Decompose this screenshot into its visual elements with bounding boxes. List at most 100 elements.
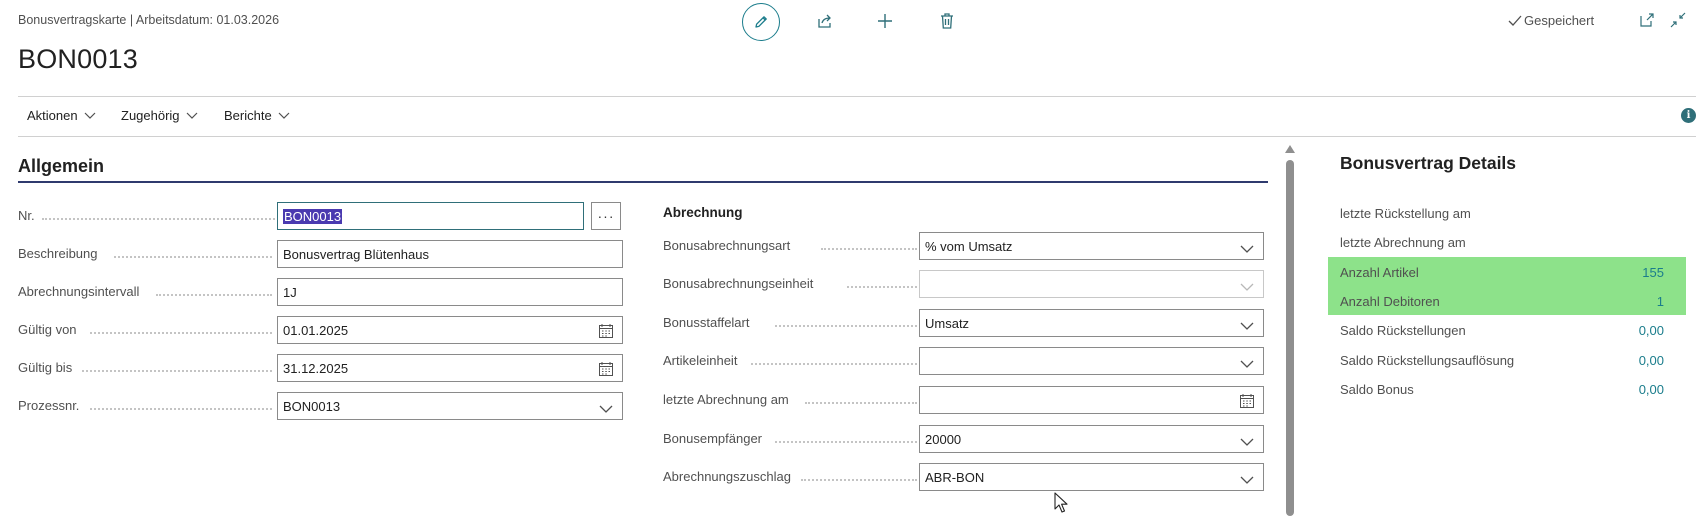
field-value: % vom Umsatz xyxy=(925,239,1013,254)
factbox-value[interactable]: 0,00 xyxy=(1639,382,1664,397)
artikeleinheit-select[interactable] xyxy=(919,347,1264,375)
factbox-label: letzte Abrechnung am xyxy=(1340,235,1466,250)
field-label: Nr. xyxy=(18,208,35,223)
menu-berichte[interactable]: Berichte xyxy=(224,108,290,123)
share-button[interactable] xyxy=(814,10,836,32)
field-bonusabrechnungseinheit: Bonusabrechnungseinheit xyxy=(663,270,1268,298)
field-abrechnungsintervall: Abrechnungsintervall 1J xyxy=(18,278,623,306)
leader-dots xyxy=(775,441,917,443)
factbox-label: letzte Rückstellung am xyxy=(1340,206,1471,221)
edit-button[interactable] xyxy=(742,3,780,41)
action-bar: Aktionen Zugehörig Berichte i xyxy=(18,96,1696,136)
leader-dots xyxy=(114,256,272,258)
field-gueltig-von: Gültig von 01.01.2025 xyxy=(18,316,623,344)
plus-icon xyxy=(878,14,892,28)
collapse-button[interactable] xyxy=(1667,9,1689,31)
saved-label: Gespeichert xyxy=(1524,13,1595,28)
factbox-row: letzte Rückstellung am xyxy=(1328,198,1686,227)
delete-button[interactable] xyxy=(936,10,958,32)
share-icon xyxy=(818,14,831,28)
section-title-allgemein[interactable]: Allgemein xyxy=(18,156,104,177)
prozessnr-select[interactable]: BON0013 xyxy=(277,392,623,420)
factbox-row: letzte Abrechnung am xyxy=(1328,227,1686,256)
factbox-label: Saldo Bonus xyxy=(1340,382,1414,397)
menu-aktionen[interactable]: Aktionen xyxy=(27,108,96,123)
field-label: Prozessnr. xyxy=(18,398,80,413)
abrechnungszuschlag-select[interactable]: ABR-BON xyxy=(919,463,1264,491)
field-artikeleinheit: Artikeleinheit xyxy=(663,347,1268,375)
gueltig-von-input[interactable]: 01.01.2025 xyxy=(277,316,623,344)
field-value: 1J xyxy=(283,285,297,300)
beschreibung-input[interactable]: Bonusvertrag Blütenhaus xyxy=(277,240,623,268)
field-nr: Nr. BON0013 ··· xyxy=(18,202,623,230)
menu-zugehoerig[interactable]: Zugehörig xyxy=(121,108,198,123)
factbox-row: Saldo Bonus 0,00 xyxy=(1328,374,1686,403)
mouse-cursor-icon xyxy=(1054,492,1068,513)
leader-dots xyxy=(42,218,286,220)
leader-dots xyxy=(775,325,917,327)
field-bonusempfaenger: Bonusempfänger 20000 xyxy=(663,425,1268,453)
new-button[interactable] xyxy=(874,10,896,32)
open-new-window-button[interactable] xyxy=(1636,9,1658,31)
field-bonusstaffelart: Bonusstaffelart Umsatz xyxy=(663,309,1268,337)
field-beschreibung: Beschreibung Bonusvertrag Blütenhaus xyxy=(18,240,623,268)
calendar-icon[interactable] xyxy=(598,323,614,339)
section-underline xyxy=(18,181,1268,183)
info-icon[interactable]: i xyxy=(1681,108,1696,123)
chevron-down-icon xyxy=(1240,476,1254,484)
leader-dots xyxy=(90,408,272,410)
leader-dots xyxy=(801,479,917,481)
leader-dots xyxy=(751,363,917,365)
leader-dots xyxy=(90,332,272,334)
field-bonusabrechnungsart: Bonusabrechnungsart % vom Umsatz xyxy=(663,232,1268,260)
factbox-value[interactable]: 0,00 xyxy=(1639,353,1664,368)
bonusempfaenger-select[interactable]: 20000 xyxy=(919,425,1264,453)
menu-berichte-label: Berichte xyxy=(224,108,272,123)
field-value: 01.01.2025 xyxy=(283,323,349,338)
factbox-label: Saldo Rückstellungsauflösung xyxy=(1340,353,1515,368)
factbox-label: Anzahl Artikel xyxy=(1340,265,1419,280)
nr-input[interactable]: BON0013 xyxy=(277,202,584,230)
factbox-row-highlighted: Anzahl Artikel 155 xyxy=(1328,257,1686,286)
field-label: Gültig bis xyxy=(18,360,73,375)
bonusstaffelart-select[interactable]: Umsatz xyxy=(919,309,1264,337)
factbox-value[interactable]: 0,00 xyxy=(1639,323,1664,338)
divider xyxy=(18,136,1696,137)
chevron-down-icon xyxy=(1240,438,1254,446)
chevron-down-icon xyxy=(1240,245,1254,253)
chevron-down-icon xyxy=(1240,360,1254,368)
abrechnungsintervall-input[interactable]: 1J xyxy=(277,278,623,306)
field-label: Abrechnungsintervall xyxy=(18,284,140,299)
gueltig-bis-input[interactable]: 31.12.2025 xyxy=(277,354,623,382)
letzte-abrechnung-input[interactable] xyxy=(919,386,1264,414)
pencil-icon xyxy=(755,16,767,28)
leader-dots xyxy=(847,286,917,288)
scroll-up-arrow-icon[interactable] xyxy=(1284,144,1296,154)
scrollbar[interactable] xyxy=(1286,160,1294,516)
bonusabrechnungseinheit-select[interactable] xyxy=(919,270,1264,298)
bonusabrechnungsart-select[interactable]: % vom Umsatz xyxy=(919,232,1264,260)
factbox-value[interactable]: 1 xyxy=(1657,294,1664,309)
calendar-icon[interactable] xyxy=(1239,393,1255,409)
leader-dots xyxy=(821,248,917,250)
leader-dots xyxy=(82,370,272,372)
field-gueltig-bis: Gültig bis 31.12.2025 xyxy=(18,354,623,382)
menu-aktionen-label: Aktionen xyxy=(27,108,78,123)
factbox-row: Saldo Rückstellungsauflösung 0,00 xyxy=(1328,345,1686,374)
lookup-button[interactable]: ··· xyxy=(591,202,621,230)
leader-dots xyxy=(156,294,272,296)
field-label: Bonusempfänger xyxy=(663,431,763,446)
chevron-down-icon xyxy=(278,112,290,119)
factbox-value[interactable]: 155 xyxy=(1642,265,1664,280)
field-label: Bonusabrechnungsart xyxy=(663,238,791,253)
factbox-label: Anzahl Debitoren xyxy=(1340,294,1440,309)
ellipsis-icon: ··· xyxy=(597,208,615,224)
calendar-icon[interactable] xyxy=(598,361,614,377)
field-letzte-abrechnung: letzte Abrechnung am xyxy=(663,386,1268,414)
field-prozessnr: Prozessnr. BON0013 xyxy=(18,392,623,420)
chevron-down-icon xyxy=(1240,322,1254,330)
field-label: Bonusstaffelart xyxy=(663,315,750,330)
chevron-down-icon xyxy=(599,405,613,413)
page-title: BON0013 xyxy=(18,44,138,74)
trash-icon xyxy=(941,13,953,29)
